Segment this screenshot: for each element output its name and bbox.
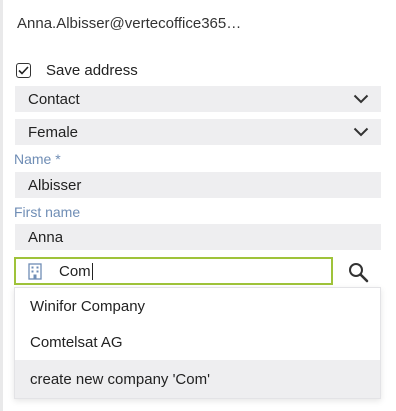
save-address-label: Save address <box>46 61 138 79</box>
text-caret <box>91 262 93 280</box>
chevron-down-icon <box>353 94 369 104</box>
name-input-value: Albisser <box>28 176 82 194</box>
company-suggestions-dropdown: Winifor Company Comtelsat AG create new … <box>14 287 381 399</box>
name-label: Name * <box>14 151 61 167</box>
company-input-value: Com <box>59 262 91 280</box>
panel-left-edge <box>0 0 3 411</box>
save-address-toggle[interactable]: Save address <box>16 61 138 79</box>
chevron-down-icon <box>353 127 369 137</box>
create-company-option[interactable]: create new company 'Com' <box>15 360 380 398</box>
name-input[interactable]: Albisser <box>15 172 381 198</box>
building-icon <box>28 262 42 280</box>
suggestion-item-label: Comtelsat AG <box>30 333 123 351</box>
type-select[interactable]: Contact <box>15 86 381 112</box>
search-icon[interactable] <box>348 262 369 283</box>
save-address-checkbox[interactable] <box>16 62 31 78</box>
gender-select[interactable]: Female <box>15 119 381 145</box>
first-name-input-value: Anna <box>28 228 64 246</box>
suggestion-item[interactable]: Winifor Company <box>15 288 380 324</box>
suggestion-item[interactable]: Comtelsat AG <box>15 324 380 360</box>
company-input[interactable]: Com <box>14 257 333 285</box>
first-name-label: First name <box>14 204 81 220</box>
check-icon <box>18 65 29 75</box>
suggestion-item-label: Winifor Company <box>30 297 146 315</box>
create-company-label: create new company 'Com' <box>30 370 210 388</box>
first-name-input[interactable]: Anna <box>15 224 381 250</box>
account-email: Anna.Albisser@vertecoffice365… <box>17 15 242 32</box>
type-select-value: Contact <box>28 90 80 108</box>
gender-select-value: Female <box>28 123 79 141</box>
